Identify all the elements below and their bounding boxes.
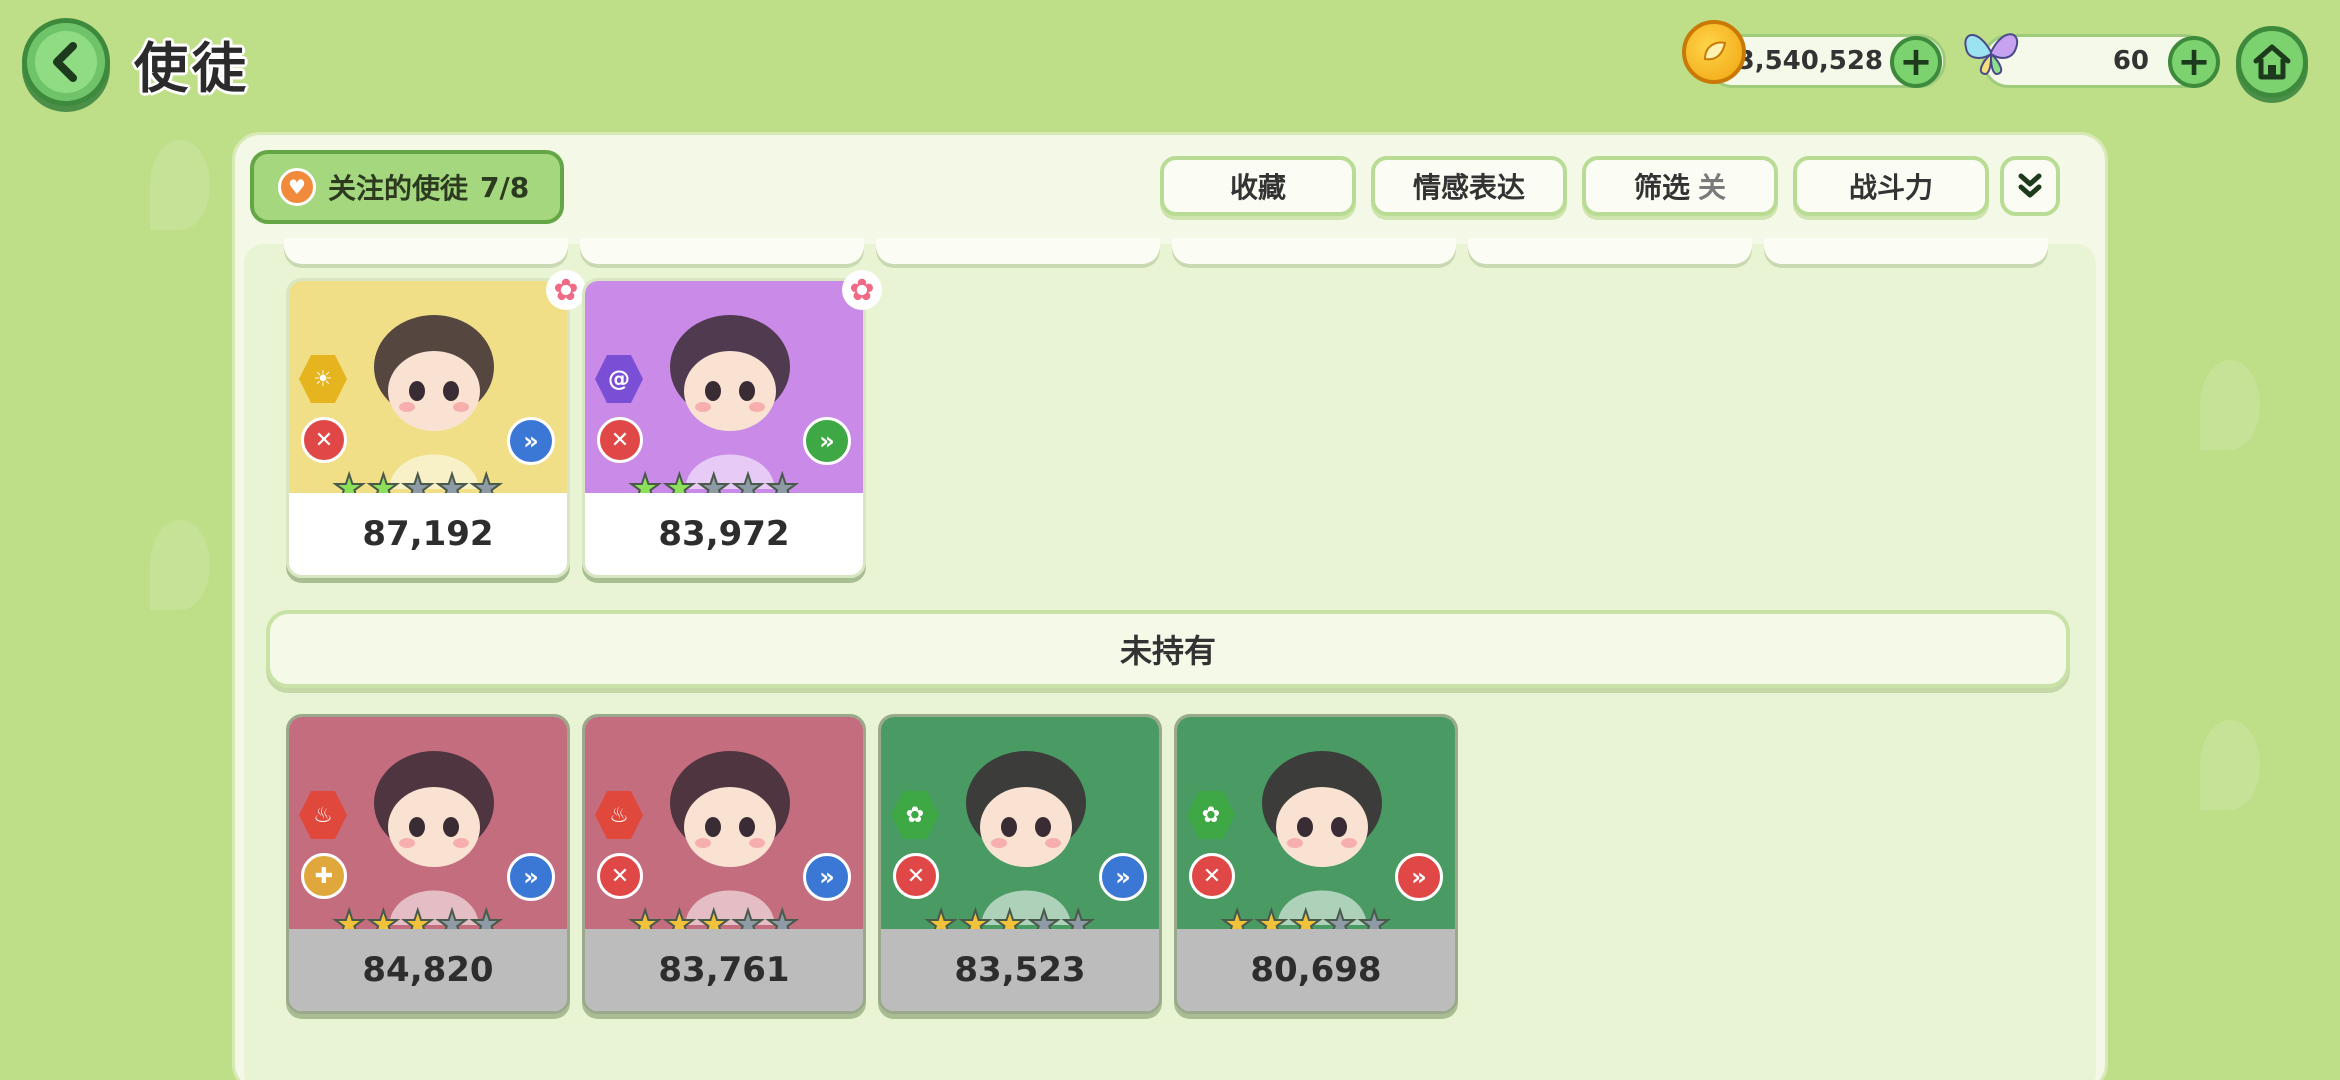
double-chevron-down-icon [2018,173,2042,198]
sort-power-label: 战斗力 [1848,171,1933,204]
apostle-card[interactable]: ♨ ✕» ★ ★ ★ ★ ★ 83,761 [582,714,866,1014]
combat-power-value: 83,523 [881,929,1159,1011]
apostle-chibi-illustration [670,751,790,925]
apostle-card[interactable]: ♨ ✚» ★ ★ ★ ★ ★ 84,820 [286,714,570,1014]
add-gem-button[interactable]: + [2168,36,2220,88]
background-leaf [2200,360,2260,450]
combat-power-value: 83,972 [585,493,863,575]
filter-label: 筛选 [1633,171,1690,204]
gold-coin-icon [1682,20,1746,84]
apostle-chibi-illustration [670,315,790,489]
heart-icon: ♥ [278,168,316,206]
followed-apostles-label: 关注的使徒 [328,172,469,205]
apostle-card[interactable]: ☀ ✕» ★ ★ ★ ★ ★ 87,192 [286,278,570,578]
sort-order-button[interactable] [2000,156,2060,216]
background-leaf [150,520,210,610]
combat-power-value: 83,761 [585,929,863,1011]
gem-amount: 60 [2112,46,2149,76]
support-icon: ✚ [301,853,347,899]
apostle-card-partial[interactable] [580,238,864,264]
forward-icon: » [803,853,851,901]
home-icon [2253,44,2291,80]
attack-icon: ✕ [1189,853,1235,899]
forward-icon: » [1099,853,1147,901]
home-button[interactable] [2236,26,2308,98]
unowned-section-header: 未持有 [266,610,2070,688]
apostle-card[interactable]: @ ✕» ★ ★ ★ ★ ★ 83,972 [582,278,866,578]
apostle-card[interactable]: ✿ ✕» ★ ★ ★ ★ ★ 83,523 [878,714,1162,1014]
attack-icon: ✕ [893,853,939,899]
apostle-card-partial[interactable] [876,238,1160,264]
apostle-chibi-illustration [1262,751,1382,925]
apostle-card-partial[interactable] [1172,238,1456,264]
forward-icon: » [803,417,851,465]
combat-power-value: 84,820 [289,929,567,1011]
followed-flower-icon: ✿ [842,270,882,310]
chevron-left-icon [53,42,77,82]
apostle-card-partial[interactable] [284,238,568,264]
apostle-card-partial[interactable] [1468,238,1752,264]
emotion-button[interactable]: 情感表达 [1371,156,1567,216]
attack-icon: ✕ [597,417,643,463]
page-title: 使徒 [134,37,250,100]
followed-apostles-button[interactable]: ♥ 关注的使徒 7/8 [250,150,564,224]
apostle-chibi-illustration [966,751,1086,925]
back-button[interactable] [22,18,110,106]
forward-icon: » [507,853,555,901]
forward-icon: » [507,417,555,465]
attack-icon: ✕ [597,853,643,899]
unowned-section-label: 未持有 [1119,632,1216,670]
followed-flower-icon: ✿ [546,270,586,310]
apostle-card[interactable]: ✿ ✕» ★ ★ ★ ★ ★ 80,698 [1174,714,1458,1014]
filter-state: 关 [1698,171,1727,204]
background-leaf [150,140,210,230]
gold-amount: 3,540,528 [1736,46,1883,76]
followed-apostles-count: 7/8 [480,170,530,204]
favorites-label: 收藏 [1229,171,1286,204]
combat-power-value: 87,192 [289,493,567,575]
favorites-button[interactable]: 收藏 [1160,156,1356,216]
apostle-card-partial[interactable] [1764,238,2048,264]
background-leaf [2200,720,2260,810]
sort-power-button[interactable]: 战斗力 [1793,156,1989,216]
apostle-chibi-illustration [374,751,494,925]
add-gold-button[interactable]: + [1890,36,1942,88]
attack-icon: ✕ [301,417,347,463]
emotion-label: 情感表达 [1412,171,1525,204]
filter-button[interactable]: 筛选 关 [1582,156,1778,216]
butterfly-gem-icon [1964,33,2019,76]
apostle-chibi-illustration [374,315,494,489]
forward-icon: » [1395,853,1443,901]
combat-power-value: 80,698 [1177,929,1455,1011]
